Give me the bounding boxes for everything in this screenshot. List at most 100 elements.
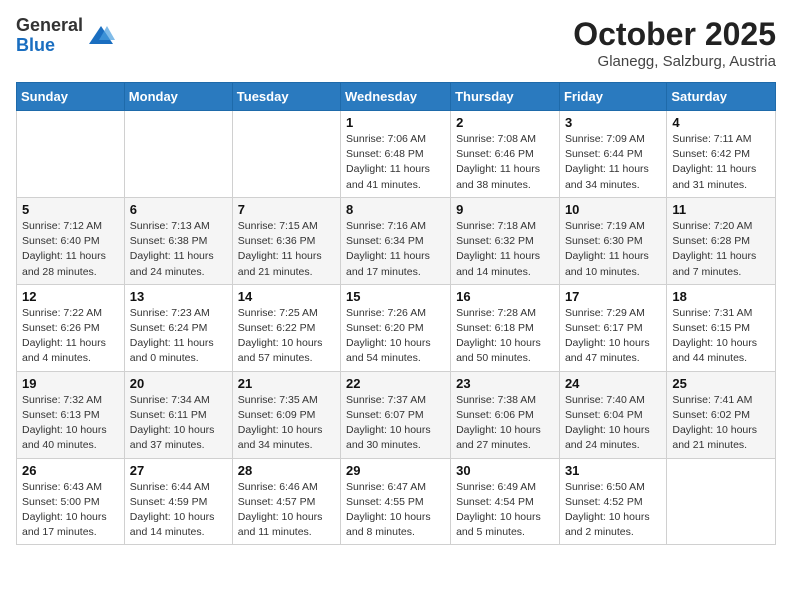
day-number: 7 <box>238 202 335 217</box>
day-number: 31 <box>565 463 661 478</box>
day-number: 27 <box>130 463 227 478</box>
day-number: 29 <box>346 463 445 478</box>
calendar-cell: 7Sunrise: 7:15 AM Sunset: 6:36 PM Daylig… <box>232 197 340 284</box>
day-number: 15 <box>346 289 445 304</box>
day-info: Sunrise: 7:23 AM Sunset: 6:24 PM Dayligh… <box>130 306 227 367</box>
calendar-cell: 2 Sunrise: 7:08 AM Sunset: 6:46 PM Daylig… <box>451 111 560 198</box>
day-number: 30 <box>456 463 554 478</box>
day-info: Sunrise: 7:08 AM Sunset: 6:46 PM Dayligh… <box>456 132 554 193</box>
calendar-cell: 21 Sunrise: 7:35 AM Sunset: 6:09 PM Dayli… <box>232 371 340 458</box>
day-number: 14 <box>238 289 335 304</box>
day-number: 8 <box>346 202 445 217</box>
day-number: 12 <box>22 289 119 304</box>
day-header-wednesday: Wednesday <box>341 83 451 111</box>
day-info: Sunrise: 7:38 AM Sunset: 6:06 PM Dayligh… <box>456 393 554 454</box>
day-info: Sunrise: 7:25 AM Sunset: 6:22 PM Dayligh… <box>238 306 335 367</box>
day-info: Sunrise: 6:44 AM Sunset: 4:59 PM Dayligh… <box>130 480 227 541</box>
day-info: Sunrise: 7:09 AM Sunset: 6:44 PM Dayligh… <box>565 132 661 193</box>
logo-general-text: General <box>16 16 83 36</box>
day-number: 10 <box>565 202 661 217</box>
calendar-cell <box>667 458 776 545</box>
day-info: Sunrise: 7:26 AM Sunset: 6:20 PM Dayligh… <box>346 306 445 367</box>
calendar-cell: 31 Sunrise: 6:50 AM Sunset: 4:52 PM Dayli… <box>559 458 666 545</box>
calendar-cell: 15 Sunrise: 7:26 AM Sunset: 6:20 PM Dayli… <box>341 284 451 371</box>
day-number: 2 <box>456 115 554 130</box>
day-number: 13 <box>130 289 227 304</box>
calendar-table: SundayMondayTuesdayWednesdayThursdayFrid… <box>16 82 776 545</box>
day-info: Sunrise: 7:35 AM Sunset: 6:09 PM Dayligh… <box>238 393 335 454</box>
day-number: 6 <box>130 202 227 217</box>
calendar-cell: 22 Sunrise: 7:37 AM Sunset: 6:07 PM Dayli… <box>341 371 451 458</box>
day-info: Sunrise: 6:50 AM Sunset: 4:52 PM Dayligh… <box>565 480 661 541</box>
calendar-header-row: SundayMondayTuesdayWednesdayThursdayFrid… <box>17 83 776 111</box>
day-number: 22 <box>346 376 445 391</box>
calendar-cell: 5 Sunrise: 7:12 AM Sunset: 6:40 PM Daylig… <box>17 197 125 284</box>
calendar-cell: 20Sunrise: 7:34 AM Sunset: 6:11 PM Dayli… <box>124 371 232 458</box>
calendar-week-row: 26 Sunrise: 6:43 AM Sunset: 5:00 PM Dayli… <box>17 458 776 545</box>
location-text: Glanegg, Salzburg, Austria <box>573 53 776 70</box>
day-info: Sunrise: 7:40 AM Sunset: 6:04 PM Dayligh… <box>565 393 661 454</box>
calendar-week-row: 5 Sunrise: 7:12 AM Sunset: 6:40 PM Daylig… <box>17 197 776 284</box>
month-title: October 2025 <box>573 16 776 53</box>
day-info: Sunrise: 7:18 AM Sunset: 6:32 PM Dayligh… <box>456 219 554 280</box>
logo-blue-text: Blue <box>16 36 83 56</box>
calendar-cell: 3 Sunrise: 7:09 AM Sunset: 6:44 PM Daylig… <box>559 111 666 198</box>
day-number: 28 <box>238 463 335 478</box>
day-header-tuesday: Tuesday <box>232 83 340 111</box>
day-header-friday: Friday <box>559 83 666 111</box>
calendar-cell: 12 Sunrise: 7:22 AM Sunset: 6:26 PM Dayli… <box>17 284 125 371</box>
calendar-cell: 29 Sunrise: 6:47 AM Sunset: 4:55 PM Dayli… <box>341 458 451 545</box>
day-number: 26 <box>22 463 119 478</box>
calendar-cell: 11Sunrise: 7:20 AM Sunset: 6:28 PM Dayli… <box>667 197 776 284</box>
calendar-cell <box>124 111 232 198</box>
day-number: 1 <box>346 115 445 130</box>
day-number: 4 <box>672 115 770 130</box>
calendar-cell: 19 Sunrise: 7:32 AM Sunset: 6:13 PM Dayli… <box>17 371 125 458</box>
calendar-week-row: 19 Sunrise: 7:32 AM Sunset: 6:13 PM Dayli… <box>17 371 776 458</box>
calendar-cell: 28Sunrise: 6:46 AM Sunset: 4:57 PM Dayli… <box>232 458 340 545</box>
calendar-week-row: 12 Sunrise: 7:22 AM Sunset: 6:26 PM Dayli… <box>17 284 776 371</box>
calendar-cell: 23 Sunrise: 7:38 AM Sunset: 6:06 PM Dayli… <box>451 371 560 458</box>
calendar-cell: 26 Sunrise: 6:43 AM Sunset: 5:00 PM Dayli… <box>17 458 125 545</box>
day-number: 23 <box>456 376 554 391</box>
day-info: Sunrise: 7:29 AM Sunset: 6:17 PM Dayligh… <box>565 306 661 367</box>
day-number: 18 <box>672 289 770 304</box>
day-info: Sunrise: 7:11 AM Sunset: 6:42 PM Dayligh… <box>672 132 770 193</box>
day-info: Sunrise: 7:37 AM Sunset: 6:07 PM Dayligh… <box>346 393 445 454</box>
page-header: General Blue October 2025 Glanegg, Salzb… <box>16 16 776 70</box>
calendar-cell <box>17 111 125 198</box>
calendar-cell: 30 Sunrise: 6:49 AM Sunset: 4:54 PM Dayli… <box>451 458 560 545</box>
day-number: 19 <box>22 376 119 391</box>
calendar-cell: 13 Sunrise: 7:23 AM Sunset: 6:24 PM Dayli… <box>124 284 232 371</box>
day-info: Sunrise: 6:49 AM Sunset: 4:54 PM Dayligh… <box>456 480 554 541</box>
calendar-cell: 14 Sunrise: 7:25 AM Sunset: 6:22 PM Dayli… <box>232 284 340 371</box>
day-info: Sunrise: 7:16 AM Sunset: 6:34 PM Dayligh… <box>346 219 445 280</box>
calendar-cell: 16Sunrise: 7:28 AM Sunset: 6:18 PM Dayli… <box>451 284 560 371</box>
day-info: Sunrise: 7:41 AM Sunset: 6:02 PM Dayligh… <box>672 393 770 454</box>
day-info: Sunrise: 7:32 AM Sunset: 6:13 PM Dayligh… <box>22 393 119 454</box>
day-number: 21 <box>238 376 335 391</box>
day-number: 5 <box>22 202 119 217</box>
day-info: Sunrise: 7:13 AM Sunset: 6:38 PM Dayligh… <box>130 219 227 280</box>
day-number: 3 <box>565 115 661 130</box>
calendar-cell: 18 Sunrise: 7:31 AM Sunset: 6:15 PM Dayli… <box>667 284 776 371</box>
logo: General Blue <box>16 16 115 56</box>
day-number: 25 <box>672 376 770 391</box>
calendar-cell: 24 Sunrise: 7:40 AM Sunset: 6:04 PM Dayli… <box>559 371 666 458</box>
day-info: Sunrise: 7:12 AM Sunset: 6:40 PM Dayligh… <box>22 219 119 280</box>
day-header-saturday: Saturday <box>667 83 776 111</box>
day-info: Sunrise: 7:28 AM Sunset: 6:18 PM Dayligh… <box>456 306 554 367</box>
calendar-cell: 17 Sunrise: 7:29 AM Sunset: 6:17 PM Dayli… <box>559 284 666 371</box>
day-info: Sunrise: 7:22 AM Sunset: 6:26 PM Dayligh… <box>22 306 119 367</box>
day-info: Sunrise: 6:43 AM Sunset: 5:00 PM Dayligh… <box>22 480 119 541</box>
day-number: 17 <box>565 289 661 304</box>
day-info: Sunrise: 7:20 AM Sunset: 6:28 PM Dayligh… <box>672 219 770 280</box>
day-info: Sunrise: 6:47 AM Sunset: 4:55 PM Dayligh… <box>346 480 445 541</box>
day-info: Sunrise: 7:34 AM Sunset: 6:11 PM Dayligh… <box>130 393 227 454</box>
calendar-cell <box>232 111 340 198</box>
calendar-cell: 10Sunrise: 7:19 AM Sunset: 6:30 PM Dayli… <box>559 197 666 284</box>
day-header-sunday: Sunday <box>17 83 125 111</box>
day-number: 24 <box>565 376 661 391</box>
calendar-week-row: 1Sunrise: 7:06 AM Sunset: 6:48 PM Daylig… <box>17 111 776 198</box>
day-info: Sunrise: 7:31 AM Sunset: 6:15 PM Dayligh… <box>672 306 770 367</box>
